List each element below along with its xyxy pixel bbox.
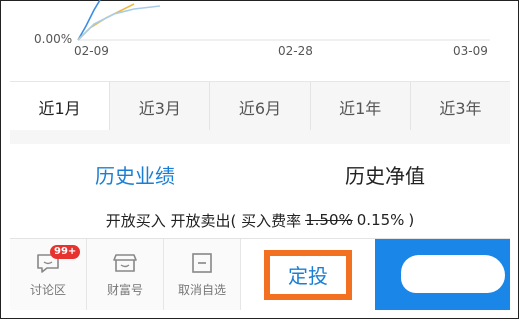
chart-series-b <box>77 3 135 41</box>
chart-y-label: 0.00% <box>34 32 73 46</box>
discussion-label: 讨论区 <box>29 283 66 297</box>
original-fee-rate: 1.50% <box>305 211 353 229</box>
chart-x-label-end: 03-09 <box>453 44 488 58</box>
tab-1-year[interactable]: 近1年 <box>311 82 411 131</box>
tab-history-nav[interactable]: 历史净值 <box>260 144 510 204</box>
tab-3-years[interactable]: 近3年 <box>411 82 510 131</box>
trade-status: 开放买入 开放卖出( 买入费率 1.50% 0.15% ) <box>10 204 510 236</box>
section-divider <box>10 130 510 144</box>
tab-6-months[interactable]: 近6月 <box>210 82 311 131</box>
discount-fee-rate: 0.15% <box>356 211 405 229</box>
performance-chart: 0.00% 02-09 02-28 03-09 <box>10 0 510 80</box>
buy-button[interactable] <box>375 239 510 310</box>
remove-favorite-label: 取消自选 <box>177 283 226 297</box>
unread-badge: 99+ <box>50 245 81 259</box>
fixed-investment-button[interactable]: 定投 <box>264 249 352 300</box>
remove-favorite-button[interactable]: 取消自选 <box>164 239 241 310</box>
shop-icon <box>113 254 137 272</box>
chart-x-label-start: 02-09 <box>74 44 109 58</box>
fixed-investment-area: 定投 <box>241 239 375 310</box>
trade-status-close: ) <box>408 211 415 229</box>
tab-3-months[interactable]: 近3月 <box>110 82 211 131</box>
minus-box-icon <box>192 253 212 273</box>
tab-history-performance[interactable]: 历史业绩 <box>10 144 260 204</box>
performance-tabs: 历史业绩 历史净值 <box>10 144 510 204</box>
tab-1-month[interactable]: 近1月 <box>10 82 111 131</box>
wealth-account-button[interactable]: 财富号 <box>87 239 164 310</box>
chart-series-a <box>77 0 101 41</box>
wealth-account-label: 财富号 <box>106 283 143 297</box>
bottom-action-bar: 99+ 讨论区 财富号 取消自选 定投 <box>10 238 510 310</box>
period-tabs: 近1月 近3月 近6月 近1年 近3年 <box>10 81 510 132</box>
chart-x-label-mid: 02-28 <box>278 44 313 58</box>
redacted-label <box>401 255 505 293</box>
discussion-button[interactable]: 99+ 讨论区 <box>10 239 87 310</box>
trade-status-text: 开放买入 开放卖出( 买入费率 <box>105 211 302 230</box>
